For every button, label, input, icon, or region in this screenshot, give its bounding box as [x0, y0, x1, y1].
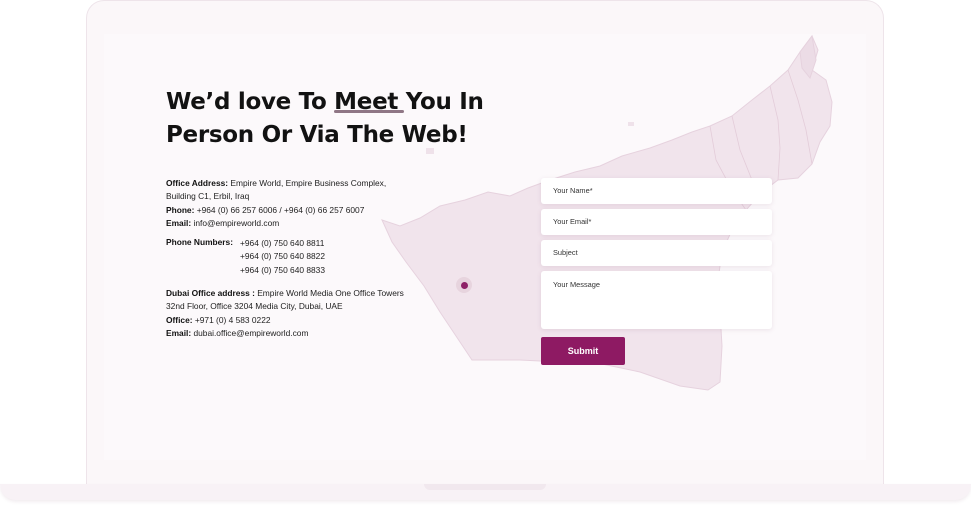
dubai-address-label: Dubai Office address : — [166, 288, 255, 298]
subject-input[interactable]: Subject — [541, 240, 772, 266]
phone-numbers-label: Phone Numbers: — [166, 237, 234, 247]
office-phone-label: Phone: — [166, 204, 195, 215]
phone-number[interactable]: +964 (0) 750 640 8822 — [240, 250, 325, 263]
dubai-office-phone: +971 (0) 4 583 0222 — [194, 314, 271, 325]
submit-button[interactable]: Submit — [541, 337, 625, 365]
dubai-email-label: Email: — [166, 327, 192, 338]
office-phone-value: +964 (0) 66 257 6006 / +964 (0) 66 257 6… — [196, 204, 365, 215]
office-address-line1: Empire World, Empire Business Complex, — [230, 178, 387, 188]
office-address-label: Office Address: — [166, 178, 229, 188]
phone-number[interactable]: +964 (0) 750 640 8833 — [240, 264, 325, 277]
office-address-line2: Building C1, Erbil, Iraq — [166, 191, 250, 202]
office-info: Office Address: Empire World, Empire Bus… — [166, 177, 386, 230]
location-pin-dot — [460, 281, 468, 289]
dubai-email-link[interactable]: dubai.office@empireworld.com — [193, 328, 308, 338]
dubai-office-label: Office: — [166, 314, 193, 325]
location-pin-icon[interactable] — [456, 277, 472, 293]
phone-numbers-list: +964 (0) 750 640 8811 +964 (0) 750 640 8… — [240, 237, 325, 277]
laptop-notch — [424, 484, 546, 490]
office-email-label: Email: — [166, 217, 192, 228]
dubai-address-line1: Empire World Media One Office Towers — [257, 288, 404, 298]
dubai-office-info: Dubai Office address : Empire World Medi… — [166, 287, 404, 340]
email-input[interactable]: Your Email* — [541, 209, 772, 235]
phone-number[interactable]: +964 (0) 750 640 8811 — [240, 237, 325, 250]
office-email-link[interactable]: info@empireworld.com — [193, 218, 279, 228]
name-input[interactable]: Your Name* — [541, 178, 772, 204]
page-title-line2: Person Or Via The Web! — [166, 122, 468, 148]
page-title: We’d love To Meet You In Person Or Via T… — [166, 86, 526, 152]
message-textarea[interactable]: Your Message — [541, 271, 772, 329]
page-title-line1: We’d love To Meet You In — [166, 89, 484, 115]
dubai-address-line2: 32nd Floor, Office 3204 Media City, Duba… — [166, 301, 343, 312]
